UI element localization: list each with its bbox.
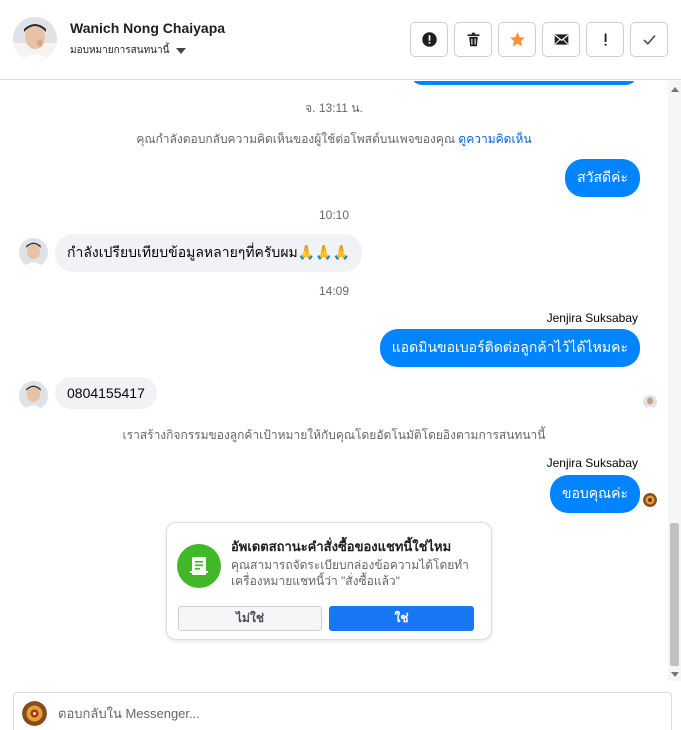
- update-order-status-card: อัพเดตสถานะคำสั่งซื้อของแชทนี้ใช่ไหม คุณ…: [166, 522, 492, 640]
- envelope-icon: [554, 34, 568, 45]
- star-button[interactable]: [498, 22, 536, 57]
- page-avatar: [22, 701, 47, 726]
- scroll-up-arrow-icon[interactable]: [671, 87, 679, 92]
- seen-avatar: [643, 493, 657, 507]
- spam-button[interactable]: [410, 22, 448, 57]
- incoming-message[interactable]: กำลังเปรียบเทียบข้อมูลหลายๆที่ครับผม🙏🙏🙏: [55, 234, 363, 272]
- contact-name: Wanich Nong Chaiyapa: [70, 20, 226, 36]
- chat-scrollbar[interactable]: [668, 81, 681, 681]
- sender-name: Jenjira Suksabay: [546, 311, 638, 325]
- no-button[interactable]: ไม่ใช่: [178, 606, 322, 631]
- mark-unread-button[interactable]: [542, 22, 580, 57]
- scroll-down-arrow-icon[interactable]: [671, 672, 679, 677]
- sender-name: Jenjira Suksabay: [546, 456, 638, 470]
- order-receipt-icon: [177, 544, 221, 588]
- timestamp: 10:10: [318, 208, 350, 222]
- incoming-message[interactable]: 0804155417: [55, 377, 157, 409]
- conversation-toolbar: [410, 22, 668, 57]
- trash-icon: [467, 32, 479, 47]
- view-comment-link[interactable]: ดูความคิดเห็น: [458, 132, 531, 146]
- yes-button[interactable]: ใช่: [329, 606, 474, 631]
- notice-text: คุณกำลังตอบกลับความคิดเห็นของผู้ใช้ต่อโพ…: [136, 132, 456, 146]
- message-thread[interactable]: จ. 13:11 น. คุณกำลังตอบกลับความคิดเห็นขอ…: [0, 81, 668, 681]
- outgoing-message[interactable]: ขอบคุณค่ะ: [549, 475, 640, 513]
- lead-activity-notice: เราสร้างกิจกรรมของลูกค้าเป้าหมายให้กับคุ…: [122, 428, 546, 442]
- exclamation-icon: [604, 33, 607, 46]
- reply-input[interactable]: [58, 706, 648, 721]
- seen-avatar: [643, 395, 657, 409]
- mark-done-button[interactable]: [630, 22, 668, 57]
- check-icon: [642, 35, 656, 45]
- contact-avatar-small: [19, 381, 48, 410]
- contact-avatar[interactable]: [13, 17, 57, 61]
- contact-avatar-small: [19, 238, 48, 267]
- assign-label: มอบหมายการสนทนานี้: [70, 45, 170, 56]
- delete-button[interactable]: [454, 22, 492, 57]
- star-icon: [509, 32, 525, 47]
- outgoing-message[interactable]: แอดมินขอเบอร์ติดต่อลูกค้าไว้ได้ไหมคะ: [379, 329, 640, 367]
- timestamp: 14:09: [318, 284, 350, 298]
- assign-conversation-dropdown[interactable]: มอบหมายการสนทนานี้: [70, 43, 187, 58]
- reply-composer: [13, 692, 672, 730]
- scrollbar-thumb[interactable]: [670, 523, 679, 666]
- comment-reply-notice: คุณกำลังตอบกลับความคิดเห็นของผู้ใช้ต่อโพ…: [0, 130, 668, 149]
- previous-message-bubble: [411, 81, 637, 85]
- outgoing-message[interactable]: สวัสดีค่ะ: [565, 159, 640, 197]
- follow-up-button[interactable]: [586, 22, 624, 57]
- alert-circle-icon: [421, 32, 437, 47]
- caret-down-icon: [176, 47, 187, 54]
- card-title: อัพเดตสถานะคำสั่งซื้อของแชทนี้ใช่ไหม: [231, 539, 452, 554]
- timestamp: จ. 13:11 น.: [305, 101, 363, 115]
- card-description: คุณสามารถจัดระเบียบกล่องข้อความได้โดยทำเ…: [231, 558, 469, 588]
- conversation-header: Wanich Nong Chaiyapa มอบหมายการสนทนานี้: [0, 0, 681, 80]
